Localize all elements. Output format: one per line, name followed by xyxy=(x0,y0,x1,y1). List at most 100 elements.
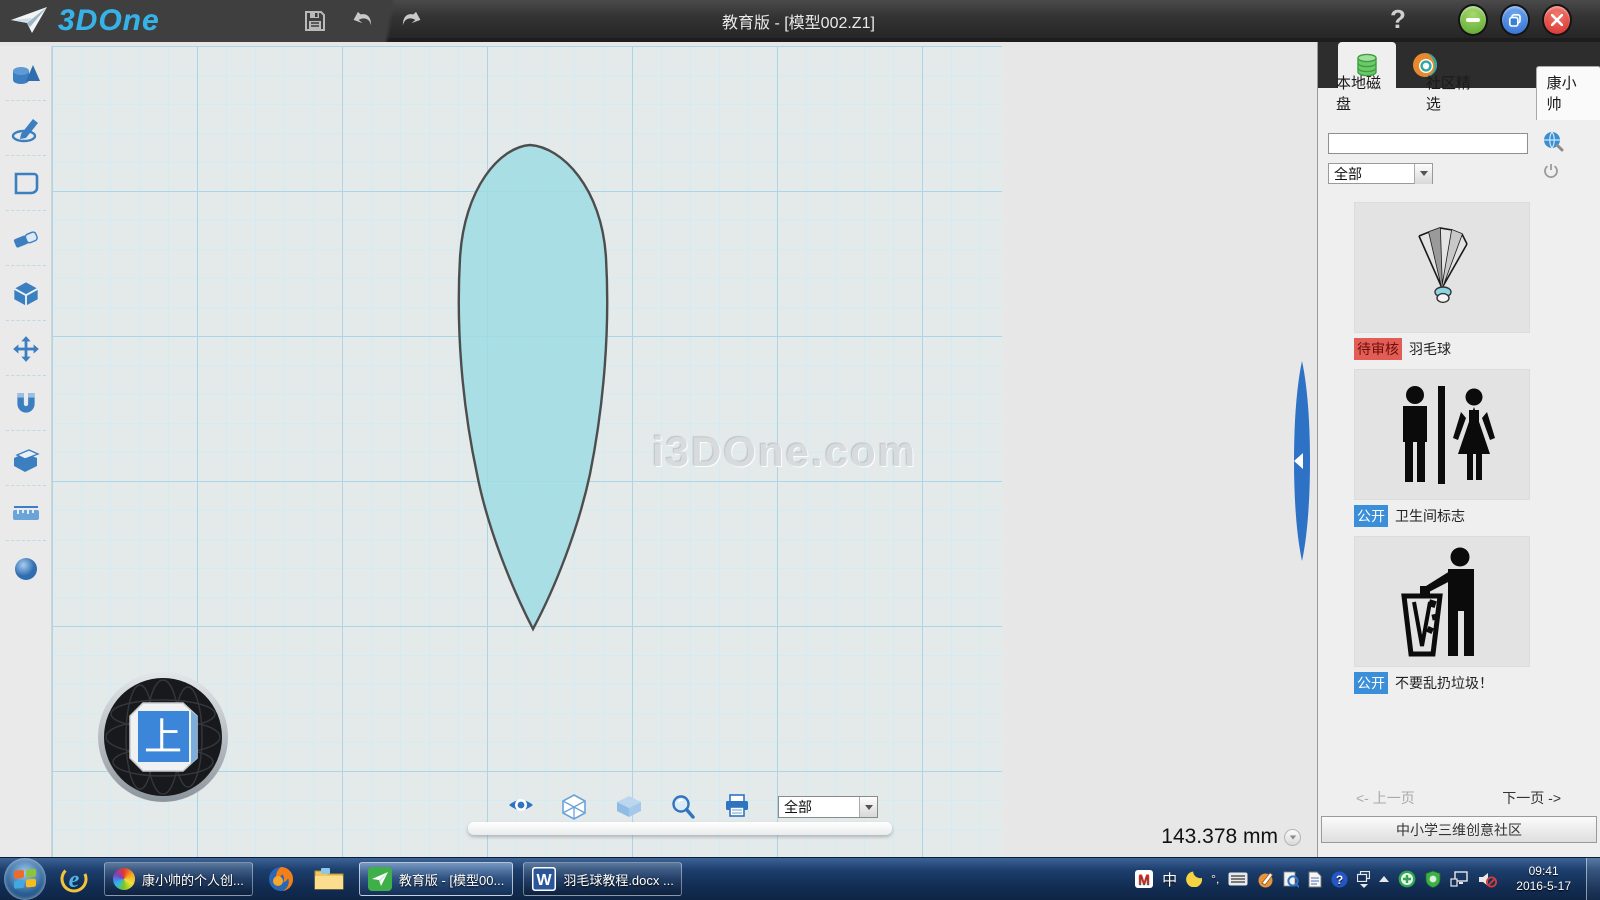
print-button[interactable] xyxy=(724,794,750,820)
ie-icon: e xyxy=(59,864,89,894)
antivirus-plus-tray-icon[interactable] xyxy=(1398,870,1416,888)
sketch-icon xyxy=(11,115,41,143)
tab-kangxiaoshuai[interactable]: 康小帅 xyxy=(1536,66,1600,120)
teardrop-sketch-shape[interactable] xyxy=(450,142,614,678)
clock-date: 2016-5-17 xyxy=(1516,879,1571,894)
model-thumbnail-no-litter[interactable] xyxy=(1354,536,1530,667)
power-refresh-icon[interactable] xyxy=(1543,163,1559,184)
visibility-eye-button[interactable] xyxy=(508,794,534,820)
ie-taskbar-icon[interactable]: e xyxy=(54,861,94,897)
category-filter-dropdown-button[interactable] xyxy=(1414,164,1432,184)
assembly-tool[interactable] xyxy=(0,376,52,431)
sidebar-search-row xyxy=(1328,130,1591,157)
close-button[interactable] xyxy=(1542,4,1572,36)
explorer-taskbar-icon[interactable] xyxy=(309,861,349,897)
search-globe-icon[interactable] xyxy=(1542,130,1564,157)
view-navigation-cube[interactable]: 上 xyxy=(96,670,230,804)
shield-tray-icon[interactable] xyxy=(1425,870,1441,888)
model-meta: 公开 卫生间标志 xyxy=(1354,505,1600,527)
display-filter-select[interactable]: 全部 xyxy=(778,796,878,818)
window-controls xyxy=(1458,4,1572,36)
minimize-button[interactable] xyxy=(1458,4,1488,36)
ime-mode-indicator[interactable]: °, xyxy=(1211,872,1219,886)
measure-tool[interactable] xyxy=(0,486,52,541)
svg-text:上: 上 xyxy=(144,715,182,759)
ime-language-indicator[interactable]: 中 xyxy=(1162,869,1177,890)
model-card-list: 待审核 羽毛球 xyxy=(1318,202,1600,703)
resource-sidebar: 本地磁盘 社区精选 康小帅 全部 xyxy=(1317,42,1600,857)
shaded-view-button[interactable] xyxy=(616,794,642,820)
start-button[interactable] xyxy=(4,858,46,900)
moon-icon[interactable] xyxy=(1186,871,1202,887)
show-hidden-icons-button[interactable] xyxy=(1379,876,1389,882)
cube-top-face: 上 xyxy=(130,703,197,771)
erase-tool[interactable] xyxy=(0,211,52,266)
wireframe-view-button[interactable] xyxy=(562,794,588,820)
status-badge: 待审核 xyxy=(1354,338,1402,360)
pinwheel-icon xyxy=(113,868,135,890)
windows-logo-icon xyxy=(13,868,37,890)
taskbar-button-3done[interactable]: 教育版 - [模型00... xyxy=(359,862,513,896)
tab-local-disk[interactable]: 本地磁盘 xyxy=(1326,67,1404,120)
move-tool[interactable] xyxy=(0,321,52,376)
edit-sketch-tool[interactable] xyxy=(0,156,52,211)
combine-tool[interactable] xyxy=(0,431,52,486)
tray-m-app-icon[interactable]: M xyxy=(1135,870,1153,888)
clock-time: 09:41 xyxy=(1516,864,1571,879)
edit-sketch-icon xyxy=(12,171,40,197)
logo-text: 3DOne xyxy=(58,4,160,38)
keyboard-icon[interactable] xyxy=(1228,872,1248,886)
chevron-down-icon xyxy=(1289,835,1295,839)
tab-community-featured[interactable]: 社区精选 xyxy=(1416,67,1494,120)
search-doc-tray-icon[interactable] xyxy=(1283,871,1299,888)
speaker-muted-icon[interactable] xyxy=(1478,871,1497,888)
category-filter-select[interactable]: 全部 xyxy=(1328,163,1433,184)
model-thumbnail-badminton[interactable] xyxy=(1354,202,1530,333)
save-button[interactable] xyxy=(300,6,330,36)
community-link-button[interactable]: 中小学三维创意社区 xyxy=(1321,816,1597,843)
watermark: i3DOne.com xyxy=(652,428,917,476)
windows-taskbar: e 康小帅的个人创... 教育版 - [模型00... W 羽毛球教程.docx… xyxy=(0,857,1600,900)
undo-button[interactable] xyxy=(348,6,378,36)
sketch-tool[interactable] xyxy=(0,101,52,156)
toolbar-shelf-handle[interactable] xyxy=(468,822,892,835)
document-tray-icon[interactable] xyxy=(1308,871,1322,888)
sidebar-filter-row: 全部 xyxy=(1328,163,1591,184)
window-restore-tray-icon[interactable] xyxy=(1357,871,1370,888)
chevron-down-icon xyxy=(1360,884,1368,888)
zoom-button[interactable] xyxy=(670,794,696,820)
restroom-sign-image xyxy=(1377,380,1507,490)
sphere-icon xyxy=(12,555,40,583)
chevron-up-icon xyxy=(1379,876,1389,882)
help-tray-icon[interactable]: ? xyxy=(1331,871,1348,888)
model-card: 待审核 羽毛球 xyxy=(1354,202,1600,360)
special-features-tool[interactable] xyxy=(0,266,52,321)
view-bottom-toolbar: 全部 xyxy=(508,794,878,820)
prev-page-button[interactable]: <- 上一页 xyxy=(1356,788,1415,808)
help-button[interactable]: ? xyxy=(1381,4,1415,38)
sidebar-collapse-handle[interactable] xyxy=(1291,361,1313,561)
status-badge: 公开 xyxy=(1354,672,1388,694)
pen-tool-tray-icon[interactable] xyxy=(1257,871,1274,888)
taskbar-button-label: 康小帅的个人创... xyxy=(142,870,244,889)
taskbar-clock[interactable]: 09:41 2016-5-17 xyxy=(1516,864,1571,894)
model-thumbnail-restroom[interactable] xyxy=(1354,369,1530,500)
redo-button[interactable] xyxy=(396,6,426,36)
search-input[interactable] xyxy=(1328,133,1528,154)
next-page-button[interactable]: 下一页 -> xyxy=(1502,788,1561,808)
taskbar-button-browser[interactable]: 康小帅的个人创... xyxy=(104,862,253,896)
model-title: 卫生间标志 xyxy=(1395,506,1465,526)
canvas-viewport[interactable]: i3DOne.com xyxy=(52,46,1317,857)
material-render-tool[interactable] xyxy=(0,541,52,596)
firefox-taskbar-icon[interactable] xyxy=(261,861,301,897)
taskbar-button-word[interactable]: W 羽毛球教程.docx ... xyxy=(523,862,682,896)
titlebar: 3DOne 教育版 - [模型002.Z1] ? xyxy=(0,0,1600,42)
show-desktop-button[interactable] xyxy=(1586,858,1600,900)
folder-icon xyxy=(313,866,345,892)
restore-button[interactable] xyxy=(1500,4,1530,36)
firefox-icon xyxy=(267,865,295,893)
display-filter-dropdown-button[interactable] xyxy=(859,797,877,817)
basic-shapes-tool[interactable] xyxy=(0,46,52,101)
measurement-dropdown-button[interactable] xyxy=(1284,829,1301,846)
network-tray-icon[interactable] xyxy=(1450,871,1469,887)
